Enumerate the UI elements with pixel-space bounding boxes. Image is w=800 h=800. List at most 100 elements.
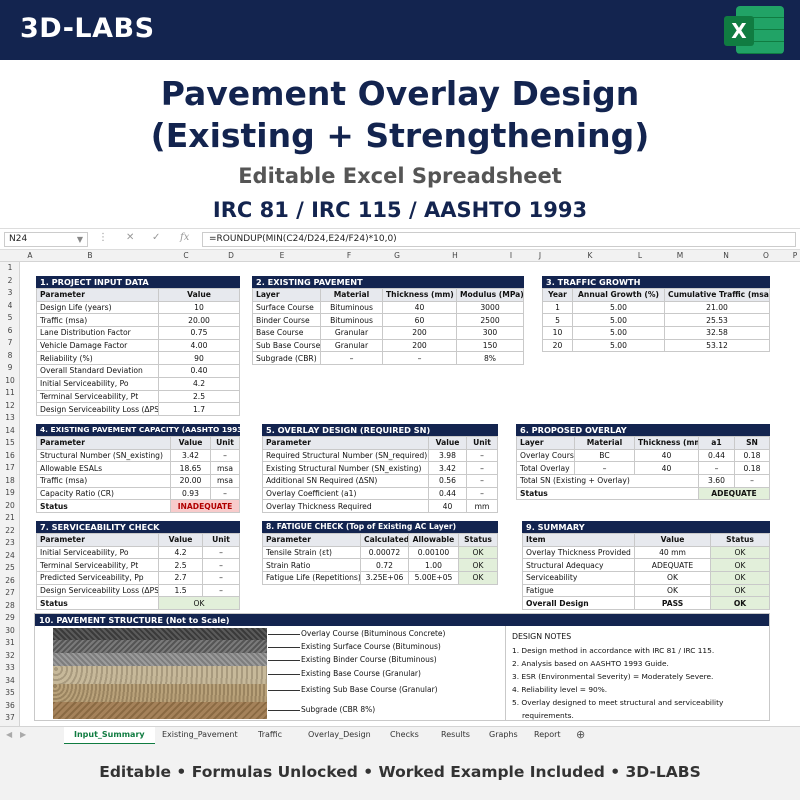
row-header[interactable]: 29: [0, 613, 20, 622]
table-cell[interactable]: OK: [710, 596, 770, 611]
table-cell[interactable]: Binder Course: [252, 313, 321, 328]
row-header[interactable]: 16: [0, 451, 20, 460]
table-cell[interactable]: Granular: [320, 338, 383, 353]
table-cell[interactable]: OK: [710, 558, 770, 573]
row-header[interactable]: 15: [0, 438, 20, 447]
table-cell[interactable]: msa: [210, 474, 240, 488]
table-cell[interactable]: Structural Adequacy: [522, 558, 635, 573]
column-header[interactable]: N: [716, 250, 736, 262]
table-cell[interactable]: OK: [710, 583, 770, 598]
table-cell[interactable]: Capacity Ratio (CR): [36, 486, 171, 501]
table-cell[interactable]: –: [202, 545, 240, 560]
table-cell[interactable]: OK: [634, 583, 711, 598]
table-cell[interactable]: Overall Design: [522, 596, 635, 611]
table-cell[interactable]: 2.5: [158, 558, 203, 573]
confirm-icon[interactable]: ✓: [152, 232, 160, 243]
row-header[interactable]: 23: [0, 538, 20, 547]
table-cell[interactable]: Reliability (%): [36, 351, 159, 366]
table-cell[interactable]: 3.25E+06: [360, 571, 409, 585]
table-cell[interactable]: –: [210, 486, 240, 501]
table-cell[interactable]: Fatigue: [522, 583, 635, 598]
table-cell[interactable]: 200: [382, 338, 457, 353]
table-cell[interactable]: 20: [542, 338, 573, 353]
row-header[interactable]: 1: [0, 263, 20, 272]
table-cell[interactable]: Strain Ratio: [262, 558, 361, 573]
table-cell[interactable]: 1.7: [158, 402, 240, 416]
tab-graphs[interactable]: Graphs: [489, 730, 518, 739]
table-cell[interactable]: 40: [428, 499, 467, 514]
table-cell[interactable]: –: [202, 583, 240, 598]
column-header[interactable]: O: [756, 250, 776, 262]
table-cell[interactable]: 1: [542, 300, 573, 315]
table-cell[interactable]: 0.75: [158, 326, 240, 340]
table-cell[interactable]: 40: [634, 461, 699, 476]
formula-input[interactable]: =ROUNDUP(MIN(C24/D24,E24/F24)*10,0): [202, 232, 796, 247]
row-header[interactable]: 5: [0, 313, 20, 322]
tab-overlay-design[interactable]: Overlay_Design: [308, 730, 371, 739]
table-cell[interactable]: 0.40: [158, 364, 240, 378]
table-cell[interactable]: –: [698, 461, 735, 476]
table-cell[interactable]: Fatigue Life (Repetitions): [262, 571, 361, 585]
table-cell[interactable]: 60: [382, 313, 457, 328]
table-cell[interactable]: OK: [458, 558, 498, 573]
table-cell[interactable]: Additional SN Required (ΔSN): [262, 474, 429, 488]
table-cell[interactable]: –: [202, 558, 240, 573]
function-icon[interactable]: fx: [180, 232, 189, 243]
table-cell[interactable]: OK: [634, 571, 711, 585]
table-cell[interactable]: 4.2: [158, 376, 240, 391]
row-header[interactable]: 21: [0, 513, 20, 522]
table-cell[interactable]: Overlay Course: [516, 448, 575, 463]
row-header[interactable]: 28: [0, 601, 20, 610]
table-cell[interactable]: –: [382, 351, 457, 366]
table-cell[interactable]: 3.42: [170, 448, 211, 463]
table-cell[interactable]: Structural Number (SN_existing): [36, 448, 171, 463]
row-header[interactable]: 20: [0, 501, 20, 510]
row-header[interactable]: 31: [0, 638, 20, 647]
column-header[interactable]: A: [20, 250, 40, 262]
table-cell[interactable]: 0.56: [428, 474, 467, 488]
table-cell[interactable]: 5.00: [572, 326, 665, 340]
table-cell[interactable]: 40 mm: [634, 545, 711, 560]
row-header[interactable]: 25: [0, 563, 20, 572]
table-cell[interactable]: Initial Serviceability, Po: [36, 376, 159, 391]
row-header[interactable]: 24: [0, 551, 20, 560]
column-header[interactable]: I: [501, 250, 521, 262]
table-cell[interactable]: 0.00100: [408, 545, 459, 560]
column-header[interactable]: K: [580, 250, 600, 262]
chevron-down-icon[interactable]: ▼: [77, 233, 83, 246]
table-cell[interactable]: Overall Standard Deviation: [36, 364, 159, 378]
table-cell[interactable]: Overlay Thickness Required: [262, 499, 429, 514]
column-header[interactable]: E: [272, 250, 292, 262]
tab-scroll-right-icon[interactable]: ▶: [20, 730, 26, 739]
column-header[interactable]: M: [670, 250, 690, 262]
table-cell[interactable]: 1.00: [408, 558, 459, 573]
column-header[interactable]: J: [530, 250, 550, 262]
table-cell[interactable]: Vehicle Damage Factor: [36, 338, 159, 353]
table-cell[interactable]: Allowable ESALs: [36, 461, 171, 476]
column-header[interactable]: C: [176, 250, 196, 262]
table-cell[interactable]: 10: [542, 326, 573, 340]
table-cell[interactable]: 3000: [456, 300, 524, 315]
table-cell[interactable]: Existing Structural Number (SN_existing): [262, 461, 429, 476]
row-header[interactable]: 7: [0, 338, 20, 347]
table-cell[interactable]: 0.44: [698, 448, 735, 463]
tab-traffic[interactable]: Traffic: [258, 730, 282, 739]
table-cell[interactable]: –: [466, 474, 498, 488]
table-cell[interactable]: 200: [382, 326, 457, 340]
table-cell[interactable]: –: [466, 461, 498, 476]
column-header[interactable]: B: [80, 250, 100, 262]
table-cell[interactable]: Granular: [320, 326, 383, 340]
table-cell[interactable]: Overlay Coefficient (a1): [262, 486, 429, 501]
table-cell[interactable]: 3.42: [428, 461, 467, 476]
table-cell[interactable]: –: [320, 351, 383, 366]
row-header[interactable]: 30: [0, 626, 20, 635]
row-header[interactable]: 27: [0, 588, 20, 597]
row-header[interactable]: 26: [0, 576, 20, 585]
row-header[interactable]: 12: [0, 401, 20, 410]
row-header[interactable]: 8: [0, 351, 20, 360]
table-cell[interactable]: msa: [210, 461, 240, 476]
table-cell[interactable]: mm: [466, 499, 498, 514]
tab-results[interactable]: Results: [441, 730, 470, 739]
tab-report[interactable]: Report: [534, 730, 561, 739]
table-cell[interactable]: 90: [158, 351, 240, 366]
